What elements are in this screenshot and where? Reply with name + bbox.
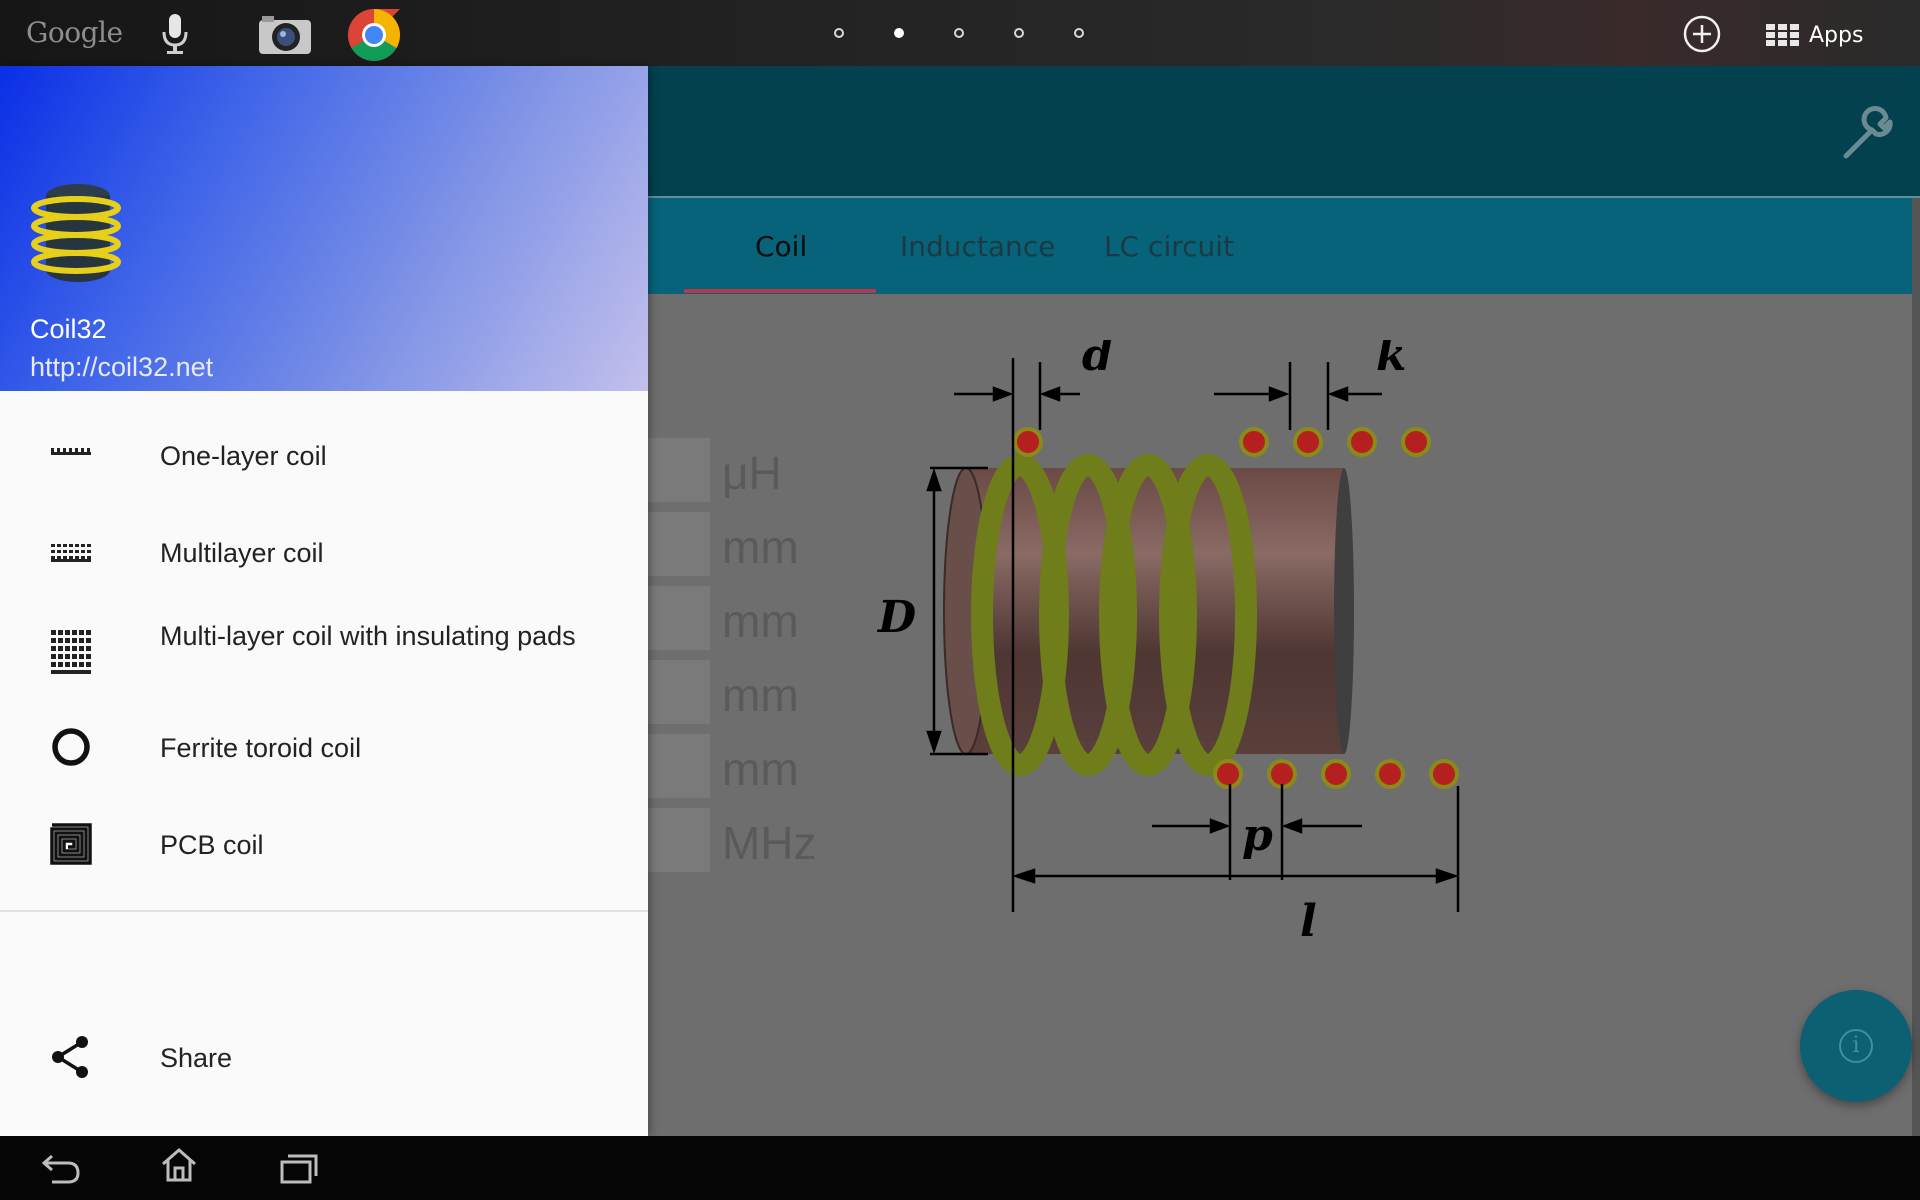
one-layer-coil-icon: [51, 448, 91, 455]
coil-diagram: d k D p l: [876, 340, 1460, 947]
drawer-divider: [0, 910, 648, 912]
nav-item-label: Multi-layer coil with insulating pads: [160, 621, 576, 651]
inductance-input[interactable]: [646, 438, 710, 502]
winding-pitch-input[interactable]: [646, 734, 710, 798]
tab-coil[interactable]: Coil: [755, 230, 807, 263]
insulated-wire-input[interactable]: [646, 660, 710, 724]
nav-item-label: Share: [160, 1043, 233, 1073]
nav-item-multilayer-coil[interactable]: Multilayer coil: [0, 505, 648, 601]
info-fab[interactable]: i: [1800, 990, 1912, 1102]
label-d: d: [1082, 340, 1113, 381]
info-icon: i: [1839, 1029, 1873, 1063]
app-name: Coil32: [30, 314, 107, 344]
label-p: p: [1242, 810, 1273, 861]
coil-former: [964, 468, 1344, 754]
app-url-link[interactable]: http://coil32.net: [30, 352, 213, 383]
page-dot: [834, 28, 844, 38]
page-indicator: [834, 0, 1094, 66]
app-logo-icon: [31, 184, 121, 282]
content-edge: [1912, 198, 1920, 1136]
unit-label: mm: [722, 521, 799, 573]
home-icon[interactable]: [160, 1146, 198, 1184]
multilayer-coil-icon: [51, 544, 91, 562]
multilayer-pads-icon: [51, 630, 91, 674]
label-k: k: [1376, 340, 1407, 381]
unit-label: MHz: [722, 817, 817, 869]
recents-icon[interactable]: [280, 1152, 318, 1184]
unit-label: mm: [722, 595, 799, 647]
nav-item-label: PCB coil: [160, 830, 264, 860]
nav-item-label: Multilayer coil: [160, 538, 324, 568]
apps-grid-icon: [1766, 24, 1799, 46]
back-icon[interactable]: [40, 1150, 82, 1186]
mic-icon[interactable]: [160, 12, 190, 56]
chrome-icon[interactable]: [347, 8, 401, 62]
nav-item-label: One-layer coil: [160, 441, 327, 471]
google-search-label[interactable]: Google: [26, 16, 123, 49]
nav-item-pcb-coil[interactable]: PCB coil: [0, 797, 648, 893]
frequency-input[interactable]: [646, 808, 710, 872]
diameter-input[interactable]: [646, 512, 710, 576]
toroid-icon: [52, 728, 90, 766]
unit-label: μH: [722, 447, 782, 499]
page-dot: [954, 28, 964, 38]
nav-item-one-layer-coil[interactable]: One-layer coil: [0, 408, 648, 504]
apps-label: Apps: [1809, 22, 1864, 48]
share-icon: [52, 1036, 88, 1078]
page-dot: [1014, 28, 1024, 38]
wire-diameter-input[interactable]: [646, 586, 710, 650]
nav-item-ferrite-toroid[interactable]: Ferrite toroid coil: [0, 700, 648, 796]
page-dot: [1074, 28, 1084, 38]
unit-label: mm: [722, 743, 799, 795]
nav-item-multilayer-pads[interactable]: Multi-layer coil with insulating pads: [0, 610, 648, 706]
tab-inductance[interactable]: Inductance: [900, 230, 1055, 263]
pcb-coil-icon: [50, 823, 92, 865]
label-l: l: [1300, 896, 1317, 947]
add-icon[interactable]: [1683, 15, 1721, 53]
tab-lc-circuit[interactable]: LC circuit: [1104, 230, 1234, 263]
apps-button[interactable]: Apps: [1766, 20, 1863, 50]
unit-label: mm: [722, 669, 799, 721]
nav-item-label: Ferrite toroid coil: [160, 733, 362, 763]
former-end-far: [1334, 468, 1354, 754]
label-D: D: [876, 592, 916, 643]
active-tab-indicator: [684, 289, 876, 293]
nav-item-share[interactable]: Share: [0, 1010, 648, 1106]
camera-icon[interactable]: [258, 14, 312, 56]
page-dot-active: [894, 28, 904, 38]
wrench-icon[interactable]: [1838, 104, 1898, 164]
